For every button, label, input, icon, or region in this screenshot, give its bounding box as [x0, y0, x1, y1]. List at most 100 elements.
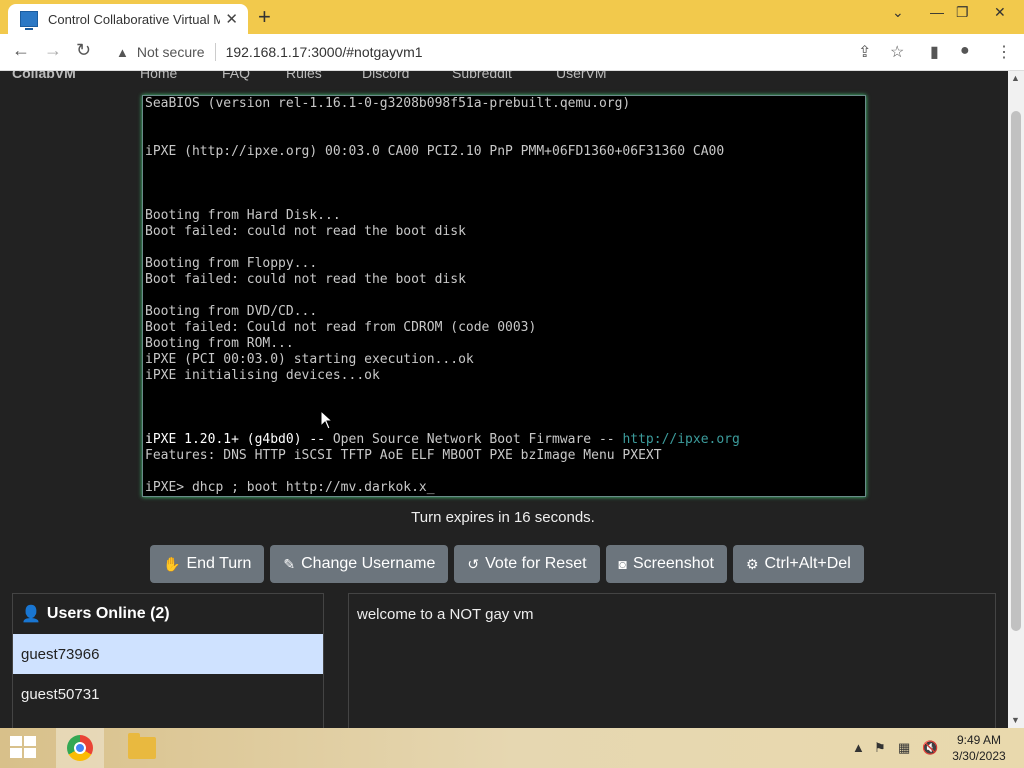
screenshot-label: Screenshot: [633, 555, 714, 572]
scroll-down-icon[interactable]: ▼: [1011, 715, 1020, 725]
nav-faq[interactable]: FAQ: [222, 71, 250, 81]
nav-uservm[interactable]: UserVM: [556, 71, 607, 81]
undo-icon: ↺: [467, 555, 480, 572]
vm-screen[interactable]: SeaBIOS (version rel-1.16.1-0-g3208b098f…: [142, 95, 866, 497]
vm-button-row: ✋ End Turn ✎ Change Username ↺ Vote for …: [150, 545, 864, 583]
console-line: iPXE> dhcp ; boot http://mv.darkok.x_: [145, 480, 435, 495]
console-line: Boot failed: could not read the boot dis…: [145, 224, 466, 239]
vote-reset-label: Vote for Reset: [485, 555, 587, 572]
volume-muted-icon[interactable]: 🔇: [922, 740, 938, 756]
restore-icon[interactable]: ❐: [956, 4, 969, 21]
users-online-panel: 👤 Users Online (2) guest73966 guest50731: [12, 593, 324, 728]
mouse-pointer-icon: [320, 410, 334, 430]
flag-icon[interactable]: ⚑: [874, 740, 886, 756]
console-line: Booting from DVD/CD...: [145, 304, 318, 319]
screenshot-button[interactable]: ◙ Screenshot: [605, 545, 727, 583]
tab-title: Control Collaborative Virtual Mac: [48, 11, 220, 27]
close-window-icon[interactable]: ✕: [994, 4, 1006, 21]
minimize-icon[interactable]: —: [930, 4, 944, 20]
chat-message: welcome to a NOT gay vm: [357, 606, 534, 623]
console-line: SeaBIOS (version rel-1.16.1-0-g3208b098f…: [145, 96, 631, 111]
folder-icon: [128, 733, 156, 759]
new-tab-button[interactable]: +: [258, 4, 271, 30]
users-header-label: Users Online (2): [46, 605, 170, 622]
browser-titlebar: Control Collaborative Virtual Mac ✕ + ⌄ …: [0, 0, 1024, 34]
reload-icon[interactable]: ↻: [76, 40, 91, 61]
system-clock[interactable]: 9:49 AM 3/30/2023: [948, 732, 1010, 764]
console-line: Booting from ROM...: [145, 336, 294, 351]
console-line: iPXE 1.20.1+ (g4bd0) -- Open Source Netw…: [145, 432, 740, 447]
scroll-up-icon[interactable]: ▲: [1011, 73, 1020, 83]
security-label[interactable]: Not secure: [137, 44, 205, 60]
console-line: Boot failed: could not read the boot dis…: [145, 272, 466, 287]
windows-start-icon[interactable]: [10, 736, 38, 760]
warning-icon[interactable]: ▲: [116, 45, 129, 60]
console-line: iPXE (PCI 00:03.0) starting execution...…: [145, 352, 474, 367]
divider: [214, 43, 216, 61]
vm-console-text: SeaBIOS (version rel-1.16.1-0-g3208b098f…: [145, 96, 740, 496]
vote-reset-button[interactable]: ↺ Vote for Reset: [454, 545, 600, 583]
network-icon[interactable]: ▦: [898, 740, 910, 756]
hand-icon: ✋: [163, 555, 181, 572]
ctrl-alt-del-button[interactable]: ⚙ Ctrl+Alt+Del: [732, 545, 864, 583]
browser-tab[interactable]: Control Collaborative Virtual Mac ✕: [8, 4, 248, 34]
nav-rules[interactable]: Rules: [286, 71, 322, 81]
chevron-up-icon[interactable]: ▲: [852, 740, 865, 755]
console-line: Booting from Hard Disk...: [145, 208, 341, 223]
taskbar-explorer[interactable]: [118, 728, 166, 768]
chat-panel: welcome to a NOT gay vm: [348, 593, 996, 728]
back-icon[interactable]: ←: [12, 40, 30, 61]
address-toolbar: ← → ↻ ▲ Not secure 192.168.1.17:3000/#no…: [0, 34, 1024, 71]
profile-icon[interactable]: ●: [960, 42, 970, 60]
console-line: Boot failed: Could not read from CDROM (…: [145, 320, 537, 335]
share-icon[interactable]: ⇪: [858, 42, 871, 62]
nav-subreddit[interactable]: Subreddit: [452, 71, 512, 81]
chevron-down-icon[interactable]: ⌄: [892, 4, 904, 21]
taskbar-chrome[interactable]: [56, 728, 104, 768]
url-text[interactable]: 192.168.1.17:3000/#notgayvm1: [226, 44, 423, 60]
close-tab-icon[interactable]: ✕: [225, 10, 238, 28]
omnibox[interactable]: ▲ Not secure 192.168.1.17:3000/#notgayvm…: [106, 38, 926, 66]
clock-time: 9:49 AM: [956, 733, 1002, 747]
windows-taskbar: ▲ ⚑ ▦ 🔇 9:49 AM 3/30/2023: [0, 728, 1024, 768]
camera-icon: ◙: [618, 556, 627, 572]
turn-status: Turn expires in 16 seconds.: [411, 509, 595, 526]
change-username-label: Change Username: [301, 555, 436, 572]
page-scrollbar[interactable]: ▲ ▼: [1008, 71, 1024, 728]
site-navbar: CollabVM Home FAQ Rules Discord Subreddi…: [0, 71, 1008, 89]
menu-icon[interactable]: ⋮: [996, 42, 1012, 62]
end-turn-label: End Turn: [186, 555, 252, 572]
ctrl-alt-del-label: Ctrl+Alt+Del: [764, 555, 851, 572]
forward-icon[interactable]: →: [44, 40, 62, 61]
gear-icon: ⚙: [745, 555, 759, 572]
console-line: Booting from Floppy...: [145, 256, 318, 271]
console-line: Features: DNS HTTP iSCSI TFTP AoE ELF MB…: [145, 448, 662, 463]
brand-link[interactable]: CollabVM: [12, 71, 76, 81]
nav-discord[interactable]: Discord: [362, 71, 409, 81]
console-line: iPXE (http://ipxe.org) 00:03.0 CA00 PCI2…: [145, 144, 725, 159]
user-list-item[interactable]: guest73966: [13, 634, 323, 674]
page-content: CollabVM Home FAQ Rules Discord Subreddi…: [0, 71, 1008, 728]
nav-home[interactable]: Home: [140, 71, 177, 81]
end-turn-button[interactable]: ✋ End Turn: [150, 545, 265, 583]
chrome-icon: [67, 735, 93, 761]
star-icon[interactable]: ☆: [890, 42, 904, 62]
user-list-item[interactable]: guest50731: [13, 674, 323, 714]
change-username-button[interactable]: ✎ Change Username: [270, 545, 449, 583]
user-edit-icon: ✎: [283, 555, 296, 572]
monitor-icon: [20, 11, 38, 30]
sidepanel-icon[interactable]: ▮: [930, 42, 939, 62]
scroll-thumb[interactable]: [1011, 111, 1021, 631]
clock-date: 3/30/2023: [952, 749, 1006, 763]
